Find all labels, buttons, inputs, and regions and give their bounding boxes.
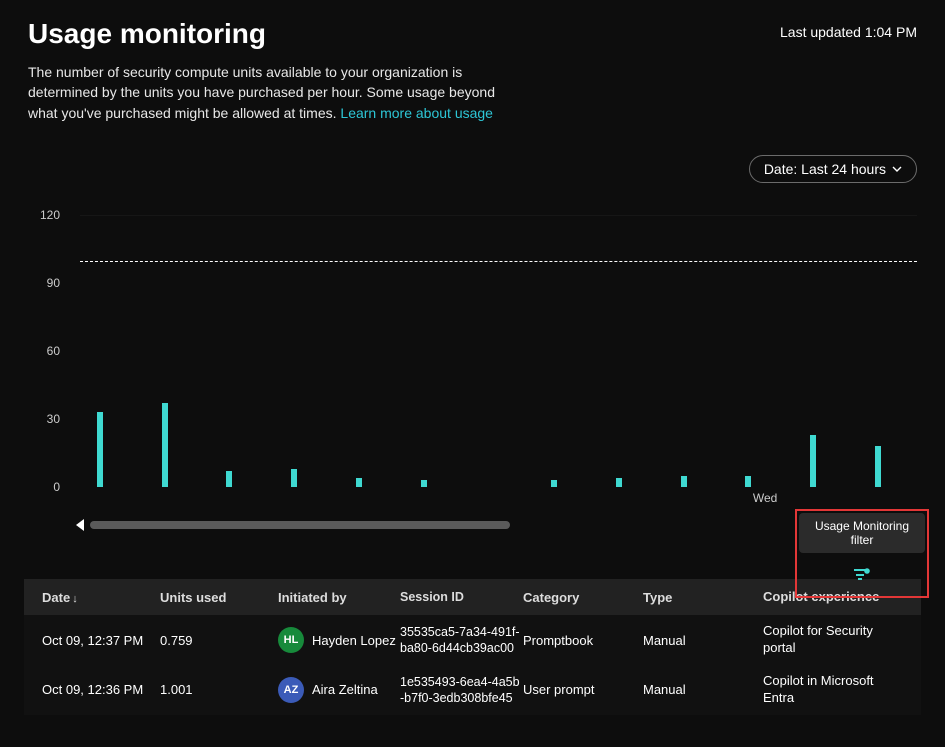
usage-bar[interactable] xyxy=(810,435,816,487)
cell-date: Oct 09, 12:36 PM xyxy=(42,682,160,697)
learn-more-link[interactable]: Learn more about usage xyxy=(340,105,493,121)
table-row[interactable]: Oct 09, 12:37 PM0.759HL Hayden Lopez 35535… xyxy=(24,615,921,665)
usage-bar[interactable] xyxy=(97,412,103,487)
usage-bar[interactable] xyxy=(616,478,622,487)
y-tick-label: 30 xyxy=(47,412,60,426)
y-tick-label: 120 xyxy=(40,208,60,222)
table-row[interactable]: Oct 09, 12:36 PM1.001AZ Aira Zeltina 1e535… xyxy=(24,665,921,715)
usage-bar[interactable] xyxy=(681,476,687,487)
cell-type: Manual xyxy=(643,633,763,648)
x-tick-label: Wed xyxy=(753,491,777,505)
page-title: Usage monitoring xyxy=(28,18,266,50)
usage-bar[interactable] xyxy=(875,446,881,487)
usage-chart: 0306090120 Wed xyxy=(40,215,917,515)
cell-initiated-by: HL Hayden Lopez xyxy=(278,627,400,653)
col-header-type[interactable]: Type xyxy=(643,590,763,605)
usage-bar[interactable] xyxy=(291,469,297,487)
cell-units: 0.759 xyxy=(160,633,278,648)
filter-icon[interactable] xyxy=(853,568,871,584)
col-header-initiated[interactable]: Initiated by xyxy=(278,590,400,605)
date-range-label: Date: Last 24 hours xyxy=(764,161,886,177)
col-header-units[interactable]: Units used xyxy=(160,590,278,605)
cell-category: User prompt xyxy=(523,682,643,697)
last-updated-label: Last updated 1:04 PM xyxy=(780,24,917,40)
capacity-line xyxy=(80,261,917,262)
usage-table: Date↓ Units used Initiated by Session ID… xyxy=(24,579,921,715)
time-range-slider[interactable] xyxy=(90,521,510,529)
usage-bar[interactable] xyxy=(745,476,751,487)
y-tick-label: 0 xyxy=(53,480,60,494)
cell-session-id: 1e535493-6ea4-4a5b-b7f0-3edb308bfe45 xyxy=(400,674,523,707)
avatar: HL xyxy=(278,627,304,653)
usage-bar[interactable] xyxy=(162,403,168,487)
cell-copilot-experience: Copilot for Security portal xyxy=(763,623,883,657)
date-range-dropdown[interactable]: Date: Last 24 hours xyxy=(749,155,917,183)
filter-tooltip: Usage Monitoring filter xyxy=(799,513,925,553)
y-tick-label: 90 xyxy=(47,276,60,290)
avatar: AZ xyxy=(278,677,304,703)
sort-desc-icon: ↓ xyxy=(72,593,78,605)
chevron-down-icon xyxy=(892,161,902,177)
cell-type: Manual xyxy=(643,682,763,697)
page-description: The number of security compute units ava… xyxy=(28,62,528,123)
cell-units: 1.001 xyxy=(160,682,278,697)
initiated-name: Aira Zeltina xyxy=(312,682,378,697)
usage-bar[interactable] xyxy=(356,478,362,487)
usage-bar[interactable] xyxy=(551,480,557,487)
col-header-category[interactable]: Category xyxy=(523,590,643,605)
cell-category: Promptbook xyxy=(523,633,643,648)
y-tick-label: 60 xyxy=(47,344,60,358)
initiated-name: Hayden Lopez xyxy=(312,633,396,648)
cell-date: Oct 09, 12:37 PM xyxy=(42,633,160,648)
cell-session-id: 35535ca5-7a34-491f-ba80-6d44cb39ac00 xyxy=(400,624,523,657)
usage-bar[interactable] xyxy=(226,471,232,487)
col-header-session[interactable]: Session ID xyxy=(400,589,523,605)
filter-callout: Usage Monitoring filter xyxy=(795,509,929,598)
cell-copilot-experience: Copilot in Microsoft Entra xyxy=(763,673,883,707)
slider-left-arrow-icon[interactable] xyxy=(76,519,84,531)
usage-bar[interactable] xyxy=(421,480,427,487)
col-header-date[interactable]: Date↓ xyxy=(42,590,160,605)
table-header-row: Date↓ Units used Initiated by Session ID… xyxy=(24,579,921,615)
cell-initiated-by: AZ Aira Zeltina xyxy=(278,677,400,703)
